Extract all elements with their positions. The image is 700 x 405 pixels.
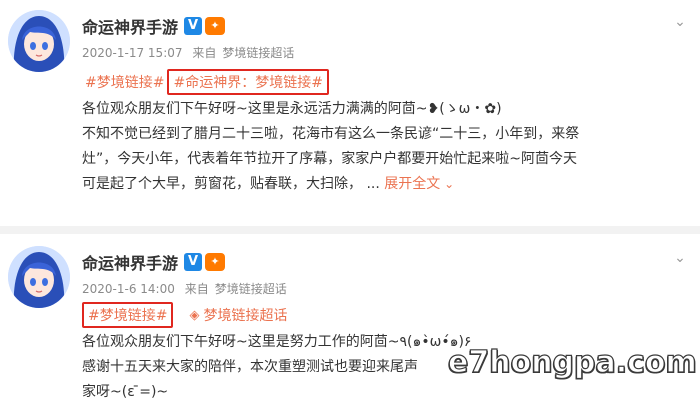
username[interactable]: 命运神界手游 — [82, 14, 178, 38]
post-datetime[interactable]: 2020-1-17 15:07 — [82, 46, 183, 60]
content-line: 灶”，今天小年，代表着年节拉开了序幕，家家户户都要开始忙起来啦~阿茴今天 — [82, 151, 577, 167]
author-row: 命运神界手游 V ✦ — [82, 14, 226, 38]
post-source[interactable]: 梦境链接超话 — [222, 46, 294, 60]
vip-badge-icon: ✦ — [205, 17, 226, 35]
post-meta: 2020-1-6 14:00 来自 梦境链接超话 — [82, 280, 293, 297]
avatar[interactable] — [8, 246, 70, 308]
post-source[interactable]: 梦境链接超话 — [215, 282, 287, 296]
verified-icon: V — [184, 17, 203, 35]
super-topic-label: 梦境链接超话 — [203, 308, 288, 324]
post-datetime[interactable]: 2020-1-6 14:00 — [82, 282, 175, 296]
post-content: 各位观众朋友们下午好呀~这里是永远活力满满的阿茴~❥(ゝω・✿) 不知不觉已经到… — [82, 97, 694, 197]
content-line-text: 可是起了个大早，剪窗花，贴春联，大扫除， ... — [82, 176, 380, 192]
chevron-down-icon: ⌄ — [440, 177, 455, 191]
super-topic-link[interactable]: ◈ 梦境链接超话 — [189, 305, 287, 325]
post-1: 命运神界手游 V ✦ ⌄ 2020-1-17 15:07 来自 梦境链接超话 #梦… — [0, 0, 700, 232]
hashtag[interactable]: #梦境链接# — [82, 70, 167, 94]
tag-row: #梦境链接# #命运神界：梦境链接# — [82, 69, 329, 95]
tag-row: #梦境链接# ◈ 梦境链接超话 — [82, 302, 287, 328]
chevron-down-icon[interactable]: ⌄ — [672, 14, 688, 30]
source-prefix: 来自 — [184, 282, 209, 296]
hashtag-highlighted[interactable]: #梦境链接# — [82, 302, 174, 328]
chevron-down-icon[interactable]: ⌄ — [672, 250, 688, 266]
verified-icon: V — [184, 253, 203, 271]
expand-label: 展开全文 — [384, 176, 441, 192]
content-line: 可是起了个大早，剪窗花，贴春联，大扫除， ... 展开全文 ⌄ — [82, 172, 694, 197]
post-meta: 2020-1-17 15:07 来自 梦境链接超话 — [82, 44, 300, 61]
vip-badge-icon: ✦ — [205, 253, 226, 271]
avatar[interactable] — [8, 10, 70, 72]
content-line: 各位观众朋友们下午好呀~这里是永远活力满满的阿茴~❥(ゝω・✿) — [82, 101, 502, 117]
watermark: e7hongpa.com — [447, 344, 697, 380]
source-prefix: 来自 — [192, 46, 217, 60]
hashtag-highlighted[interactable]: #命运神界：梦境链接# — [167, 69, 329, 95]
content-line: 家呀~(ε ̄=)~ — [82, 384, 169, 400]
content-line: 不知不觉已经到了腊月二十三啦，花海市有这么一条民谚“二十三，小年到，来祭 — [82, 126, 580, 142]
super-topic-diamond-icon: ◈ — [189, 307, 200, 323]
username[interactable]: 命运神界手游 — [82, 250, 178, 274]
expand-full-text-link[interactable]: 展开全文 ⌄ — [384, 176, 454, 192]
author-row: 命运神界手游 V ✦ — [82, 250, 226, 274]
